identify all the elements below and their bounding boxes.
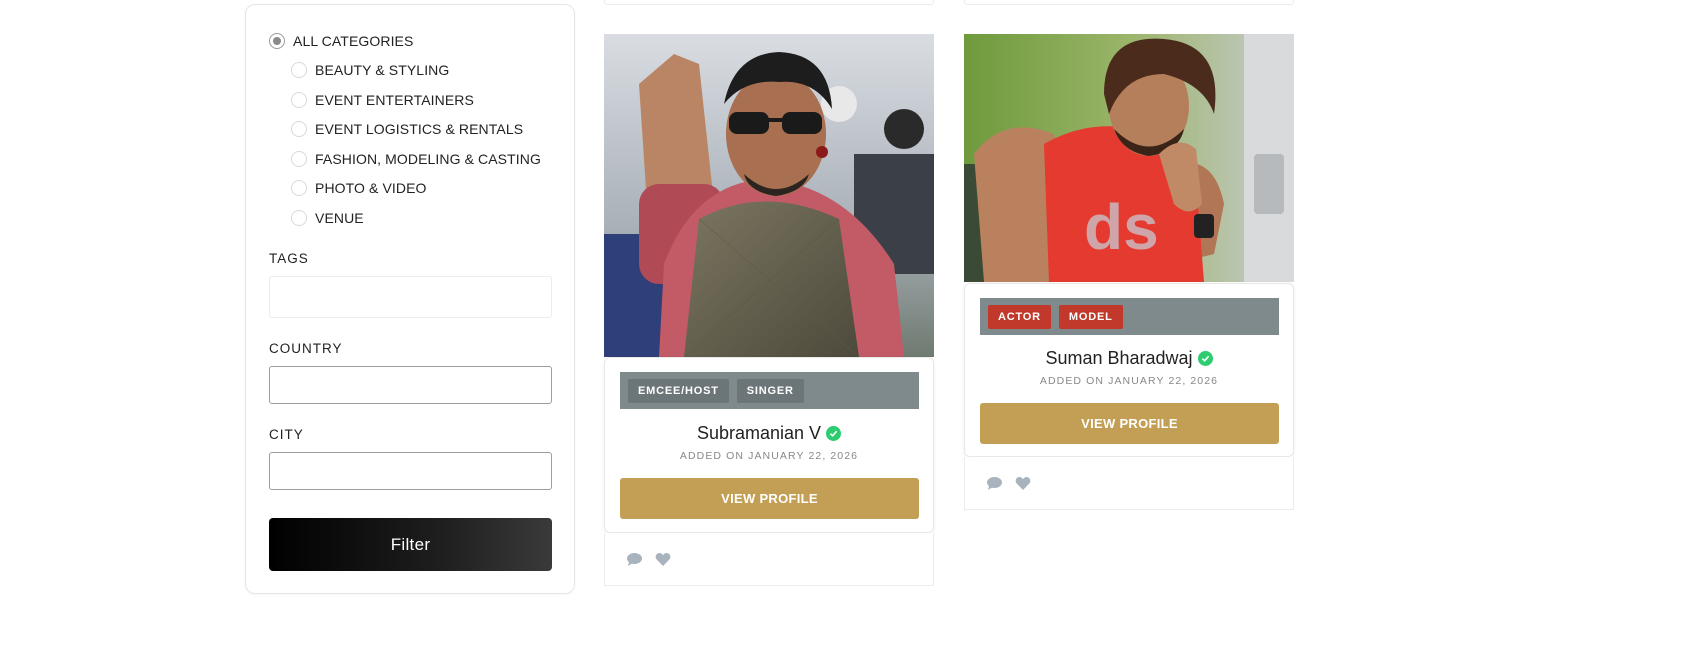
category-option-beauty[interactable]: BEAUTY & STYLING	[291, 60, 449, 80]
check-circle-icon	[826, 426, 842, 441]
previous-card-footer	[604, 0, 934, 5]
card-actions	[604, 533, 934, 586]
profile-name-text: Suman Bharadwaj	[1045, 348, 1193, 368]
radio-button[interactable]	[291, 62, 307, 78]
category-option-all[interactable]: ALL CATEGORIES	[269, 31, 413, 51]
country-input[interactable]	[269, 366, 552, 404]
category-label: BEAUTY & STYLING	[315, 62, 450, 78]
tag-badge[interactable]: MODEL	[1058, 304, 1123, 329]
profile-name-text: Subramanian V	[696, 423, 822, 443]
category-option-logistics[interactable]: EVENT LOGISTICS & RENTALS	[291, 119, 523, 139]
tag-badge[interactable]: EMCEE/HOST	[628, 378, 729, 403]
comment-icon[interactable]	[626, 552, 643, 567]
radio-button[interactable]	[291, 180, 307, 196]
profile-photo[interactable]	[604, 34, 934, 357]
category-label: EVENT LOGISTICS & RENTALS	[315, 121, 524, 137]
card-info: EMCEE/HOST SINGER Subramanian V ADDED ON…	[604, 357, 934, 533]
card-info: ACTOR MODEL Suman Bharadwaj ADDED ON JAN…	[964, 283, 1294, 457]
category-label: VENUE	[315, 210, 364, 226]
view-profile-button[interactable]: VIEW PROFILE	[980, 403, 1279, 444]
view-profile-button[interactable]: VIEW PROFILE	[620, 478, 919, 519]
radio-button[interactable]	[291, 210, 307, 226]
category-option-entertainers[interactable]: EVENT ENTERTAINERS	[291, 90, 474, 110]
radio-button[interactable]	[269, 33, 285, 49]
tags-input[interactable]	[269, 276, 552, 318]
profile-photo-image: ds	[964, 34, 1294, 282]
tag-bar: ACTOR MODEL	[980, 298, 1279, 335]
filter-button[interactable]: Filter	[269, 518, 552, 571]
profile-card: ds ACTOR MODEL Suman Bharadwaj ADDED ON …	[964, 34, 1294, 512]
card-actions	[964, 457, 1294, 510]
tags-label: TAGS	[269, 251, 309, 266]
radio-button[interactable]	[291, 151, 307, 167]
svg-text:ds: ds	[1084, 191, 1159, 263]
category-label: ALL CATEGORIES	[293, 33, 414, 49]
category-option-photo-video[interactable]: PHOTO & VIDEO	[291, 178, 427, 198]
city-label: CITY	[269, 427, 304, 442]
tag-badge[interactable]: ACTOR	[988, 304, 1051, 329]
profile-photo-image	[604, 34, 934, 357]
profile-card: EMCEE/HOST SINGER Subramanian V ADDED ON…	[604, 34, 934, 588]
category-option-venue[interactable]: VENUE	[291, 208, 364, 228]
tag-bar: EMCEE/HOST SINGER	[620, 372, 919, 409]
comment-icon[interactable]	[986, 476, 1003, 491]
profile-name[interactable]: Suman Bharadwaj	[965, 348, 1293, 369]
tag-badge[interactable]: SINGER	[736, 378, 804, 403]
check-circle-icon	[1197, 351, 1213, 366]
category-option-fashion[interactable]: FASHION, MODELING & CASTING	[291, 149, 541, 169]
radio-button[interactable]	[291, 121, 307, 137]
category-label: EVENT ENTERTAINERS	[315, 92, 474, 108]
profile-name[interactable]: Subramanian V	[605, 423, 933, 444]
added-date: ADDED ON JANUARY 22, 2026	[1039, 375, 1219, 387]
previous-card-footer	[964, 0, 1294, 5]
radio-button[interactable]	[291, 92, 307, 108]
filter-panel: ALL CATEGORIES BEAUTY & STYLING EVENT EN…	[245, 4, 575, 594]
heart-icon[interactable]	[655, 552, 671, 567]
category-label: FASHION, MODELING & CASTING	[315, 151, 541, 167]
profile-photo[interactable]: ds	[964, 34, 1294, 282]
heart-icon[interactable]	[1015, 476, 1031, 491]
added-date: ADDED ON JANUARY 22, 2026	[679, 450, 859, 462]
category-label: PHOTO & VIDEO	[315, 180, 427, 196]
city-input[interactable]	[269, 452, 552, 490]
country-label: COUNTRY	[269, 341, 343, 356]
